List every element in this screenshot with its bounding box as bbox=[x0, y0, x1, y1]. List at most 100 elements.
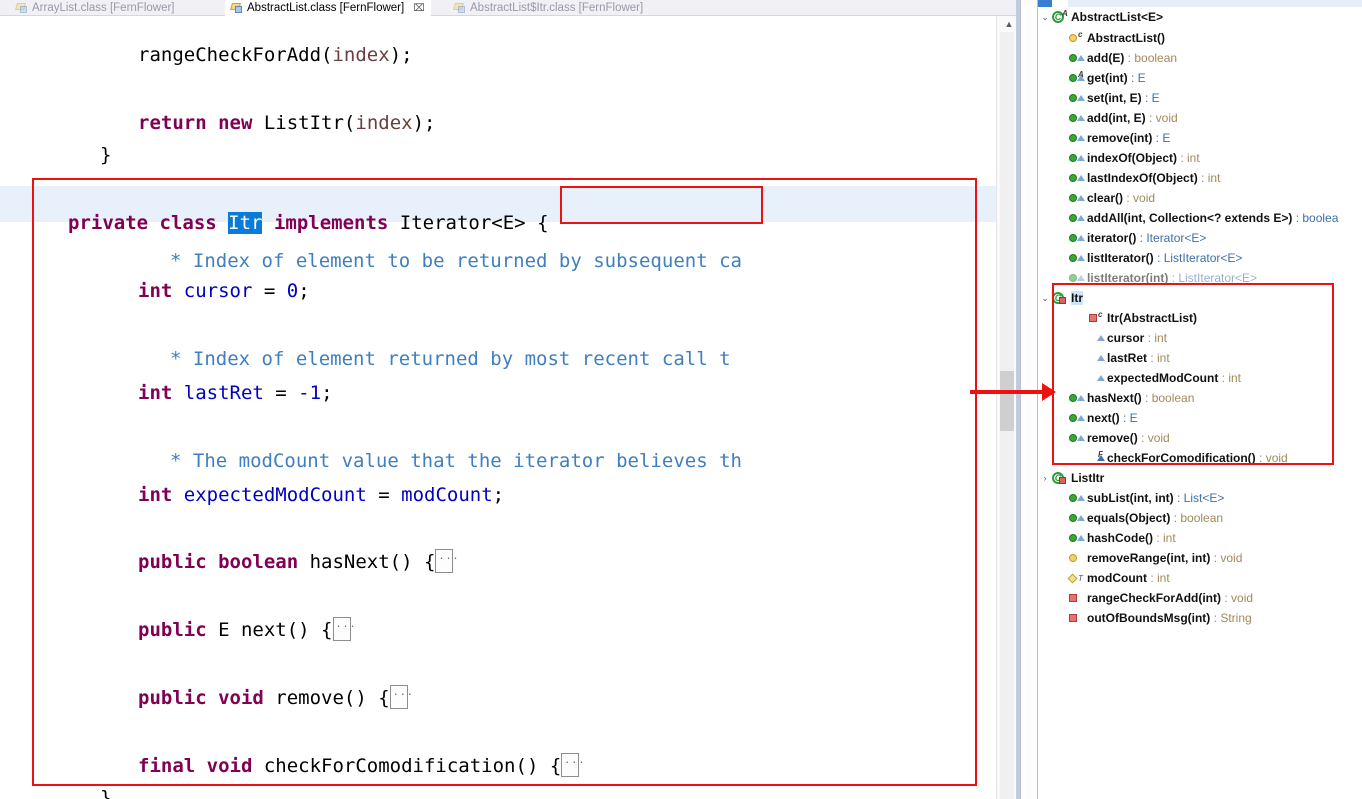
editor-tab-bar: ArrayList.class [FernFlower] AbstractLis… bbox=[0, 0, 1020, 17]
close-icon[interactable]: ⌧ bbox=[413, 3, 425, 14]
code-token: return bbox=[138, 112, 219, 134]
outline-item-get-int[interactable]: Aget(int) : E bbox=[1038, 68, 1362, 88]
outline-item-removerange-int-int[interactable]: removeRange(int, int) : void bbox=[1038, 548, 1362, 568]
code-token: ( bbox=[343, 112, 356, 134]
outline-item-type: : void bbox=[1145, 111, 1178, 125]
outline-item-add-int-e[interactable]: add(int, E) : void bbox=[1038, 108, 1362, 128]
method-public-icon bbox=[1068, 91, 1085, 105]
java-class-file-icon bbox=[14, 2, 28, 14]
outline-item-label: remove(int) : E bbox=[1087, 131, 1170, 145]
outline-item-clear[interactable]: clear() : void bbox=[1038, 188, 1362, 208]
splitter-handle[interactable] bbox=[1025, 0, 1033, 799]
outline-item-type: : List<E> bbox=[1173, 491, 1225, 505]
outline-item-label: listIterator() : ListIterator<E> bbox=[1087, 251, 1242, 265]
outline-item-modcount[interactable]: TmodCount : int bbox=[1038, 568, 1362, 588]
outline-item-abstractlist[interactable]: c AbstractList() bbox=[1038, 28, 1362, 48]
tab-label: AbstractList.class [FernFlower] bbox=[247, 2, 405, 14]
outline-view-tab-indicator bbox=[1038, 0, 1052, 7]
annotation-box-itr-outline-members bbox=[1052, 283, 1334, 465]
annotation-arrow-head-icon bbox=[1042, 383, 1056, 401]
outline-item-rangecheckforadd-int[interactable]: rangeCheckForAdd(int) : void bbox=[1038, 588, 1362, 608]
scrollbar-thumb[interactable] bbox=[1000, 371, 1014, 431]
method-public-icon bbox=[1068, 131, 1085, 145]
tab-abstractlist-class[interactable]: AbstractList.class [FernFlower] ⌧ bbox=[225, 0, 431, 17]
code-token: new bbox=[218, 112, 264, 134]
outline-item-type: : ListIterator<E> bbox=[1153, 251, 1243, 265]
outline-item-abstractlist-e[interactable]: ⌄ C A AbstractList<E> bbox=[1038, 7, 1362, 27]
outline-item-sublist-int-int[interactable]: subList(int, int) : List<E> bbox=[1038, 488, 1362, 508]
outline-item-lastindexof-object[interactable]: lastIndexOf(Object) : int bbox=[1038, 168, 1362, 188]
outline-item-name: indexOf(Object) bbox=[1087, 151, 1178, 165]
method-public-icon bbox=[1068, 511, 1085, 525]
outline-item-type: : int bbox=[1146, 571, 1170, 585]
outline-item-name: AbstractList<E> bbox=[1071, 10, 1164, 24]
outline-item-label: equals(Object) : boolean bbox=[1087, 511, 1223, 525]
outline-item-label: indexOf(Object) : int bbox=[1087, 151, 1200, 165]
outline-item-label: set(int, E) : E bbox=[1087, 91, 1160, 105]
editor-outline-splitter[interactable] bbox=[1020, 0, 1038, 799]
outline-item-type: : E bbox=[1141, 91, 1160, 105]
annotation-box-itr-class-body bbox=[32, 178, 977, 786]
outline-item-name: get(int) bbox=[1087, 71, 1128, 85]
method-public-icon bbox=[1068, 531, 1085, 545]
code-line[interactable]: } bbox=[0, 136, 1000, 174]
method-public-icon bbox=[1068, 191, 1085, 205]
outline-item-listitr[interactable]: › C ListItr bbox=[1038, 468, 1362, 488]
outline-item-label: add(E) : boolean bbox=[1087, 51, 1177, 65]
outline-item-name: outOfBoundsMsg(int) bbox=[1087, 611, 1211, 625]
outline-item-add-e[interactable]: add(E) : boolean bbox=[1038, 48, 1362, 68]
method-public-icon bbox=[1068, 151, 1085, 165]
tab-abstractlist-itr-class[interactable]: AbstractList$Itr.class [FernFlower] bbox=[448, 0, 649, 16]
outline-item-label: iterator() : Iterator<E> bbox=[1087, 231, 1206, 245]
outline-item-indexof-object[interactable]: indexOf(Object) : int bbox=[1038, 148, 1362, 168]
java-class-file-icon bbox=[452, 2, 466, 14]
method-public-icon bbox=[1068, 491, 1085, 505]
chevron-right-icon[interactable]: › bbox=[1038, 473, 1052, 483]
outline-item-name: add(E) bbox=[1087, 51, 1125, 65]
outline-item-label: get(int) : E bbox=[1087, 71, 1146, 85]
outline-item-listiterator[interactable]: listIterator() : ListIterator<E> bbox=[1038, 248, 1362, 268]
tab-label: ArrayList.class [FernFlower] bbox=[32, 2, 175, 14]
outline-item-equals-object[interactable]: equals(Object) : boolean bbox=[1038, 508, 1362, 528]
outline-item-name: addAll(int, Collection<? extends E>) bbox=[1087, 211, 1293, 225]
method-public-icon bbox=[1068, 111, 1085, 125]
outline-item-name: set(int, E) bbox=[1087, 91, 1142, 105]
code-token: index bbox=[332, 44, 390, 66]
outline-item-label: add(int, E) : void bbox=[1087, 111, 1178, 125]
code-token: ListItr bbox=[263, 112, 344, 134]
outline-item-outofboundsmsg-int[interactable]: outOfBoundsMsg(int) : String bbox=[1038, 608, 1362, 628]
code-line[interactable]: rangeCheckForAdd(index); bbox=[0, 36, 1000, 74]
outline-item-label: subList(int, int) : List<E> bbox=[1087, 491, 1224, 505]
annotation-arrow-shaft bbox=[970, 390, 1044, 394]
outline-item-label: addAll(int, Collection<? extends E>) : b… bbox=[1087, 211, 1338, 225]
outline-item-hashcode[interactable]: hashCode() : int bbox=[1038, 528, 1362, 548]
outline-item-label: rangeCheckForAdd(int) : void bbox=[1087, 591, 1253, 605]
code-token: ); bbox=[389, 44, 413, 66]
outline-item-name: subList(int, int) bbox=[1087, 491, 1174, 505]
outline-item-type: : boolea bbox=[1292, 211, 1339, 225]
method-public-icon bbox=[1068, 231, 1085, 245]
outline-header-band bbox=[1068, 0, 1362, 7]
outline-item-remove-int[interactable]: remove(int) : E bbox=[1038, 128, 1362, 148]
outline-item-label: modCount : int bbox=[1087, 571, 1170, 585]
tab-arraylist-class[interactable]: ArrayList.class [FernFlower] bbox=[10, 0, 181, 16]
chevron-down-icon[interactable]: ⌄ bbox=[1038, 12, 1052, 23]
method-public-icon bbox=[1068, 251, 1085, 265]
outline-item-name: remove(int) bbox=[1087, 131, 1153, 145]
chevron-down-icon[interactable]: ⌄ bbox=[1038, 293, 1052, 304]
outline-item-name: iterator() bbox=[1087, 231, 1137, 245]
code-token: ); bbox=[412, 112, 436, 134]
outline-item-name: listIterator() bbox=[1087, 251, 1154, 265]
outline-item-type: : E bbox=[1127, 71, 1146, 85]
annotation-box-iterator-interface bbox=[560, 186, 763, 224]
outline-item-name: lastIndexOf(Object) bbox=[1087, 171, 1198, 185]
outline-item-iterator[interactable]: iterator() : Iterator<E> bbox=[1038, 228, 1362, 248]
constructor-icon: c bbox=[1068, 30, 1084, 45]
method-abstract-icon: A bbox=[1068, 70, 1085, 85]
outline-item-addall-int-collection-extends-e[interactable]: addAll(int, Collection<? extends E>) : b… bbox=[1038, 208, 1362, 228]
outline-item-label: clear() : void bbox=[1087, 191, 1155, 205]
outline-item-set-int-e[interactable]: set(int, E) : E bbox=[1038, 88, 1362, 108]
outline-item-name: clear() bbox=[1087, 191, 1124, 205]
outline-item-name: AbstractList() bbox=[1087, 31, 1166, 45]
outline-item-type: : boolean bbox=[1124, 51, 1178, 65]
